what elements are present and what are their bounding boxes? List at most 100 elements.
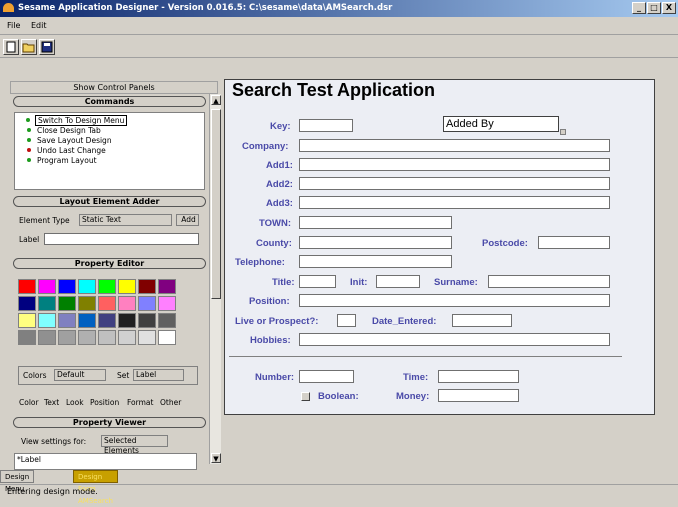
toolbar	[0, 36, 678, 58]
status-dot-icon	[27, 158, 31, 162]
position-field[interactable]	[299, 294, 610, 307]
surname-field[interactable]	[488, 275, 610, 288]
set-label: Set	[117, 371, 130, 380]
color-swatch[interactable]	[38, 279, 56, 294]
scroll-up-icon[interactable]: ▲	[211, 95, 221, 105]
color-swatch[interactable]	[78, 279, 96, 294]
command-item[interactable]: Save Layout Design	[27, 136, 112, 145]
save-disk-icon[interactable]	[39, 39, 55, 55]
view-settings-select[interactable]: Selected Elements	[101, 435, 168, 455]
scroll-thumb[interactable]	[211, 109, 221, 299]
telephone-field[interactable]	[299, 255, 452, 268]
color-swatch[interactable]	[18, 330, 36, 345]
maximize-button[interactable]: □	[647, 2, 661, 14]
key-field[interactable]	[299, 119, 353, 132]
color-swatch[interactable]	[58, 279, 76, 294]
commands-header[interactable]: Commands	[13, 96, 206, 107]
tab-text[interactable]: Text	[44, 398, 59, 407]
color-swatch[interactable]	[138, 279, 156, 294]
color-swatch[interactable]	[38, 296, 56, 311]
color-swatch[interactable]	[58, 296, 76, 311]
property-row[interactable]: *Label	[17, 455, 41, 464]
scroll-down-icon[interactable]: ▼	[211, 453, 221, 463]
postcode-field[interactable]	[538, 236, 610, 249]
color-swatch[interactable]	[38, 330, 56, 345]
boolean-checkbox[interactable]	[301, 392, 310, 401]
tab-color[interactable]: Color	[19, 398, 39, 407]
command-item[interactable]: Close Design Tab	[27, 126, 101, 135]
menu-file[interactable]: File	[7, 21, 20, 30]
tab-position[interactable]: Position	[90, 398, 119, 407]
tab-format[interactable]: Format	[127, 398, 153, 407]
label-input[interactable]	[44, 233, 199, 245]
color-swatch[interactable]	[78, 330, 96, 345]
boolean-label: Boolean:	[318, 391, 359, 402]
add-button[interactable]: Add	[176, 214, 199, 226]
tab-design-form[interactable]: Design Form AMSearch	[73, 470, 118, 505]
color-swatch[interactable]	[18, 313, 36, 328]
color-swatch[interactable]	[138, 313, 156, 328]
color-swatch[interactable]	[78, 313, 96, 328]
new-file-icon[interactable]	[3, 39, 19, 55]
status-dot-icon	[27, 148, 31, 152]
property-viewer-header[interactable]: Property Viewer	[13, 417, 206, 428]
layout-element-adder-header[interactable]: Layout Element Adder	[13, 196, 206, 207]
color-swatch[interactable]	[158, 296, 176, 311]
menu-edit[interactable]: Edit	[31, 21, 47, 30]
color-swatch[interactable]	[58, 313, 76, 328]
add3-field[interactable]	[299, 196, 610, 209]
color-swatch[interactable]	[138, 296, 156, 311]
color-swatch[interactable]	[18, 296, 36, 311]
left-scrollbar[interactable]: ▲ ▼	[209, 94, 221, 464]
resize-handle[interactable]	[560, 129, 566, 135]
color-swatch[interactable]	[98, 313, 116, 328]
color-swatch[interactable]	[118, 330, 136, 345]
add2-field[interactable]	[299, 177, 610, 190]
color-swatch[interactable]	[78, 296, 96, 311]
company-field[interactable]	[299, 139, 610, 152]
color-swatch[interactable]	[98, 279, 116, 294]
color-swatch[interactable]	[98, 330, 116, 345]
command-item[interactable]: Program Layout	[27, 156, 97, 165]
color-swatch[interactable]	[98, 296, 116, 311]
init-field[interactable]	[376, 275, 420, 288]
color-swatch[interactable]	[158, 330, 176, 345]
set-select[interactable]: Label	[133, 369, 184, 381]
command-item[interactable]: Undo Last Change	[27, 146, 106, 155]
property-editor-header[interactable]: Property Editor	[13, 258, 206, 269]
live-or-prospect-label: Live or Prospect?:	[235, 316, 319, 327]
title-field[interactable]	[299, 275, 336, 288]
tab-design-menu[interactable]: Design Menu	[0, 470, 35, 493]
colors-select[interactable]: Default	[54, 369, 106, 381]
time-field[interactable]	[438, 370, 519, 383]
number-field[interactable]	[299, 370, 354, 383]
added-by-field[interactable]: Added By	[443, 116, 559, 132]
minimize-button[interactable]: _	[632, 2, 646, 14]
color-swatch[interactable]	[158, 279, 176, 294]
open-folder-icon[interactable]	[21, 39, 37, 55]
color-swatch[interactable]	[138, 330, 156, 345]
status-bar: Entering design mode.	[0, 484, 678, 499]
color-swatch[interactable]	[58, 330, 76, 345]
show-control-panels-header[interactable]: Show Control Panels	[10, 81, 218, 94]
date-entered-field[interactable]	[452, 314, 512, 327]
live-or-prospect-field[interactable]	[337, 314, 356, 327]
town-field[interactable]	[299, 216, 452, 229]
company-label: Company:	[242, 141, 289, 152]
add3-label: Add3:	[266, 198, 293, 209]
color-swatch[interactable]	[158, 313, 176, 328]
add1-field[interactable]	[299, 158, 610, 171]
tab-look[interactable]: Look	[66, 398, 84, 407]
color-swatch[interactable]	[118, 313, 136, 328]
color-swatch[interactable]	[38, 313, 56, 328]
color-swatch[interactable]	[18, 279, 36, 294]
element-type-select[interactable]: Static Text	[79, 214, 172, 226]
color-swatch[interactable]	[118, 296, 136, 311]
hobbies-field[interactable]	[299, 333, 610, 346]
money-field[interactable]	[438, 389, 519, 402]
command-item[interactable]: Switch To Design Menu	[26, 115, 128, 126]
tab-other[interactable]: Other	[160, 398, 181, 407]
county-field[interactable]	[299, 236, 452, 249]
color-swatch[interactable]	[118, 279, 136, 294]
close-button[interactable]: X	[662, 2, 676, 14]
